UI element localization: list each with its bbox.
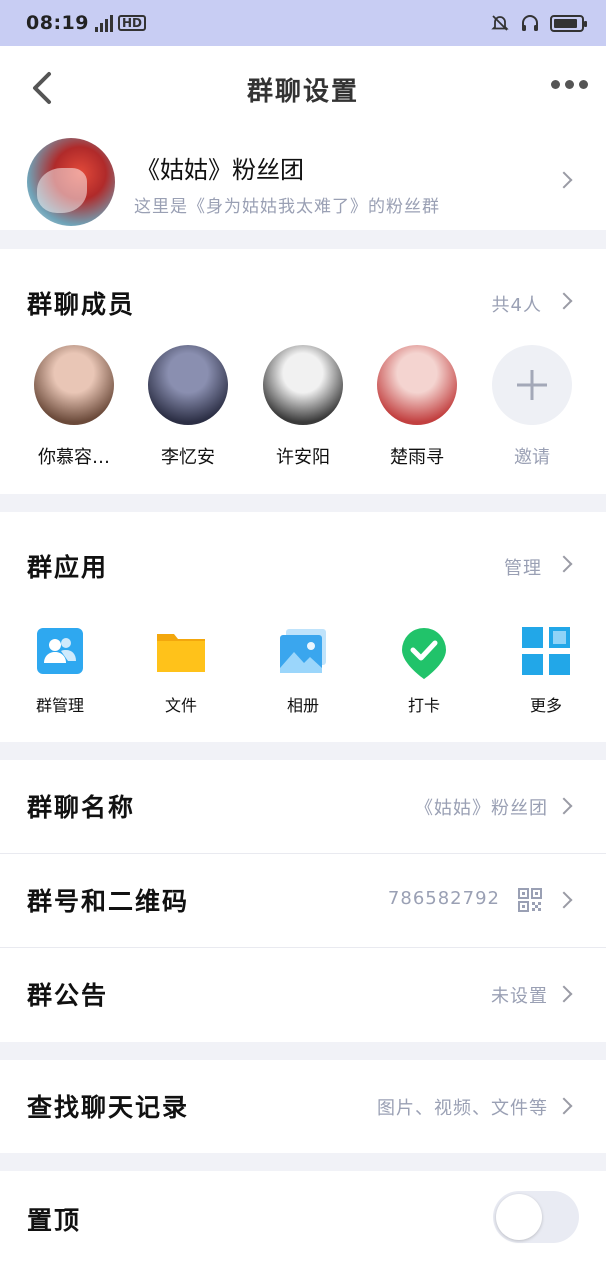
member-name: 李忆安 — [161, 447, 215, 468]
album-icon — [278, 626, 328, 676]
plus-icon — [492, 345, 572, 425]
chevron-right-icon — [555, 985, 573, 1003]
nav-bar: 群聊设置 — [0, 46, 606, 132]
chevron-right-icon — [555, 797, 573, 815]
toggle-knob — [496, 1194, 542, 1240]
member-item[interactable]: 许安阳 — [253, 345, 353, 469]
chevron-right-icon — [555, 171, 573, 189]
app-label: 相册 — [286, 696, 319, 715]
group-avatar — [27, 138, 115, 226]
members-section: 群聊成员 共4人 你慕容… 李忆安 许安阳 楚雨寻 邀请 — [0, 249, 606, 494]
group-manage-icon — [35, 626, 85, 676]
pin-row: 置顶 — [0, 1171, 606, 1280]
apps-title: 群应用 — [27, 553, 109, 582]
status-bar: 08:19 HD — [0, 0, 606, 46]
app-checkin[interactable]: 打卡 — [374, 626, 474, 716]
page-title: 群聊设置 — [246, 76, 359, 107]
group-apps-section: 群应用 管理 群管理 文件 相册 打卡 更多 — [0, 512, 606, 742]
pin-toggle[interactable] — [493, 1191, 579, 1243]
member-name: 许安阳 — [276, 447, 330, 468]
chevron-right-icon — [555, 292, 573, 310]
search-history-value: 图片、视频、文件等 — [377, 1098, 548, 1119]
member-name: 你慕容… — [38, 447, 110, 468]
group-name-label: 群聊名称 — [27, 793, 136, 822]
back-arrow-icon — [33, 72, 51, 104]
member-item[interactable]: 李忆安 — [138, 345, 238, 469]
app-label: 群管理 — [35, 696, 84, 715]
chevron-right-icon — [555, 1097, 573, 1115]
back-button[interactable] — [22, 68, 62, 108]
app-group-manage[interactable]: 群管理 — [10, 626, 110, 716]
app-album[interactable]: 相册 — [253, 626, 353, 716]
members-title: 群聊成员 — [27, 290, 136, 319]
group-profile-row[interactable]: 《姑姑》粉丝团 这里是《身为姑姑我太难了》的粉丝群 — [0, 132, 606, 230]
group-name-value: 《姑姑》粉丝团 — [415, 798, 548, 819]
group-number-label: 群号和二维码 — [27, 887, 190, 916]
invite-member-button[interactable]: 邀请 — [482, 345, 582, 469]
checkin-icon — [399, 626, 449, 679]
qr-code-icon — [518, 888, 542, 912]
announcement-value: 未设置 — [491, 986, 548, 1007]
member-item[interactable]: 你慕容… — [24, 345, 124, 469]
group-name-row[interactable]: 群聊名称 《姑姑》粉丝团 — [0, 760, 606, 853]
app-files[interactable]: 文件 — [131, 626, 231, 716]
signal-icon — [94, 14, 113, 32]
folder-icon — [156, 626, 206, 676]
more-grid-icon — [521, 626, 571, 676]
member-item[interactable]: 楚雨寻 — [367, 345, 467, 469]
member-avatar — [263, 345, 343, 425]
chevron-right-icon — [555, 555, 573, 573]
invite-label: 邀请 — [514, 447, 550, 468]
group-number-value: 786582792 — [387, 888, 500, 909]
members-count: 共4人 — [491, 295, 542, 316]
app-label: 文件 — [164, 696, 197, 715]
headphones-icon — [522, 15, 538, 31]
group-description: 这里是《身为姑姑我太难了》的粉丝群 — [134, 197, 440, 217]
apps-manage-label: 管理 — [504, 558, 542, 579]
chevron-right-icon — [555, 891, 573, 909]
announcement-label: 群公告 — [27, 981, 109, 1010]
battery-icon — [550, 14, 587, 32]
app-more[interactable]: 更多 — [496, 626, 596, 716]
more-menu-button[interactable] — [551, 80, 588, 89]
announcement-row[interactable]: 群公告 未设置 — [0, 948, 606, 1042]
hd-badge: HD — [117, 15, 146, 31]
app-label: 更多 — [529, 696, 562, 715]
search-history-row[interactable]: 查找聊天记录 图片、视频、文件等 — [0, 1060, 606, 1153]
status-time: 08:19 — [26, 12, 89, 34]
group-number-row[interactable]: 群号和二维码 786582792 — [0, 854, 606, 947]
search-history-label: 查找聊天记录 — [27, 1093, 190, 1122]
app-label: 打卡 — [407, 696, 440, 715]
member-avatar — [34, 345, 114, 425]
pin-label: 置顶 — [27, 1206, 82, 1235]
member-avatar — [148, 345, 228, 425]
group-name: 《姑姑》粉丝团 — [136, 156, 304, 184]
mute-bell-icon — [491, 15, 509, 31]
member-name: 楚雨寻 — [390, 447, 444, 468]
member-avatar — [377, 345, 457, 425]
